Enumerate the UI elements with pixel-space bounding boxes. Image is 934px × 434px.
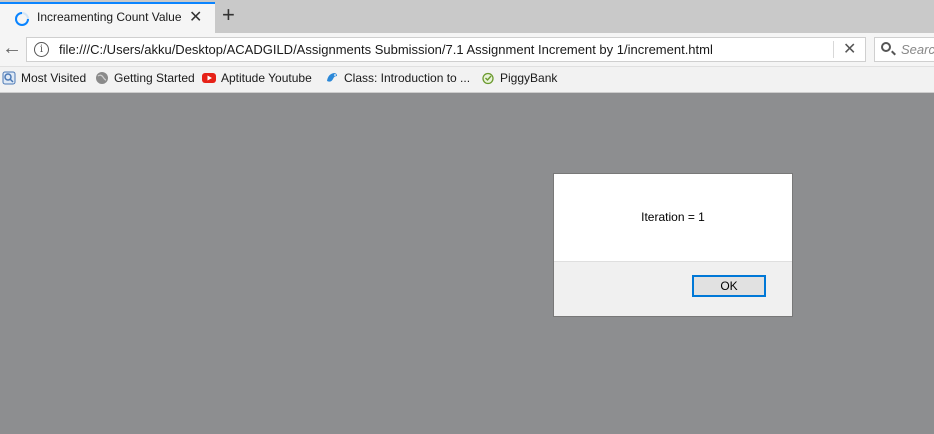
- globe-icon: [96, 72, 108, 84]
- bookmarks-toolbar: Most Visited Getting Started Aptitude Yo…: [0, 67, 934, 93]
- site-info-icon[interactable]: i: [34, 42, 49, 57]
- new-tab-button[interactable]: +: [222, 3, 235, 27]
- tab-title: Increamenting Count Value: [37, 10, 182, 24]
- search-placeholder: Searc: [901, 42, 934, 57]
- url-text[interactable]: file:///C:/Users/akku/Desktop/ACADGILD/A…: [59, 42, 713, 57]
- url-clear-icon[interactable]: ✕: [843, 39, 856, 59]
- bookmark-piggybank[interactable]: PiggyBank: [481, 71, 557, 89]
- search-box[interactable]: Searc: [874, 37, 934, 62]
- search-icon: [881, 42, 891, 52]
- url-divider: [833, 41, 834, 58]
- ok-button[interactable]: OK: [692, 275, 766, 297]
- bookmark-aptitude-youtube[interactable]: Aptitude Youtube: [202, 71, 312, 89]
- bookmark-label: PiggyBank: [500, 71, 558, 85]
- tab-close-icon[interactable]: ✕: [189, 10, 202, 26]
- browser-chrome: Increamenting Count Value ✕ + ← i file:/…: [0, 0, 934, 93]
- bookmark-label: Most Visited: [21, 71, 87, 85]
- loading-spinner-icon: [15, 12, 29, 26]
- bookmark-class-introduction[interactable]: Class: Introduction to ...: [325, 71, 470, 89]
- bookmark-label: Aptitude Youtube: [221, 71, 312, 85]
- nav-bar: ← i file:///C:/Users/akku/Desktop/ACADGI…: [0, 33, 934, 67]
- dialog-body: Iteration = 1: [554, 174, 792, 262]
- most-visited-icon: [2, 71, 16, 85]
- bookmark-most-visited[interactable]: Most Visited: [2, 71, 86, 89]
- piggybank-icon: [482, 72, 494, 85]
- tab-active[interactable]: Increamenting Count Value ✕: [0, 2, 215, 33]
- url-bar[interactable]: i file:///C:/Users/akku/Desktop/ACADGILD…: [26, 37, 866, 62]
- bookmark-getting-started[interactable]: Getting Started: [95, 71, 195, 89]
- tab-strip: Increamenting Count Value ✕ +: [0, 0, 934, 33]
- modal-overlay: [0, 93, 934, 434]
- youtube-icon: [202, 73, 216, 83]
- bookmark-label: Getting Started: [114, 71, 195, 85]
- back-button[interactable]: ←: [2, 36, 24, 62]
- dialog-message: Iteration = 1: [641, 210, 705, 224]
- bird-icon: [327, 73, 337, 82]
- bookmark-label: Class: Introduction to ...: [344, 71, 471, 85]
- alert-dialog: Iteration = 1 OK: [553, 173, 793, 317]
